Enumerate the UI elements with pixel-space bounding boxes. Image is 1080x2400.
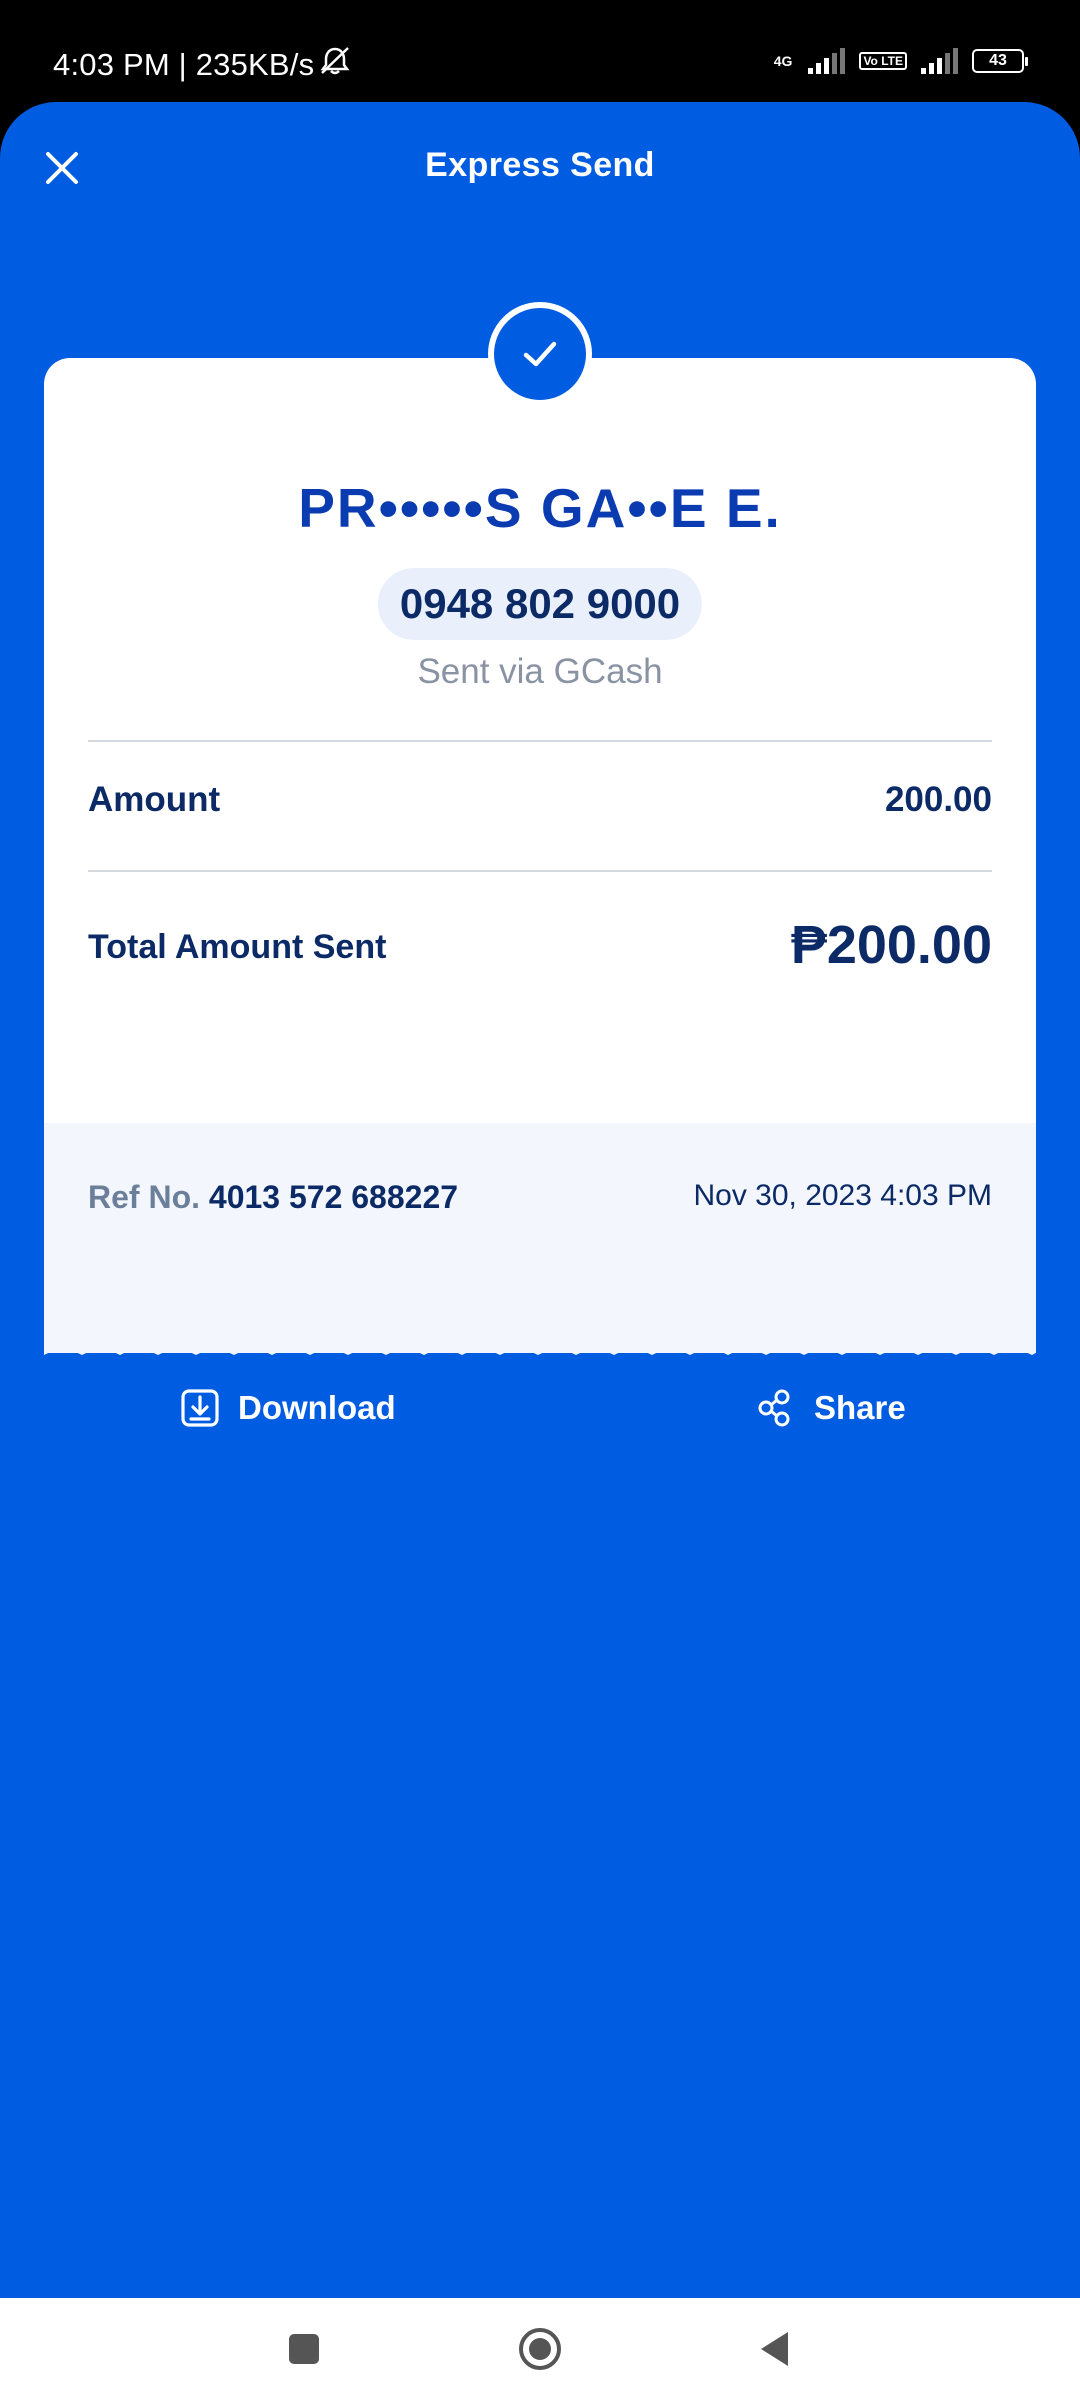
ref-label: Ref No. (88, 1179, 200, 1215)
system-nav-bar (0, 2298, 1080, 2400)
transaction-datetime: Nov 30, 2023 4:03 PM (693, 1179, 992, 1212)
divider (88, 740, 992, 742)
screen: 4:03 PM | 235KB/s 4G Vo LTE 43 Express S… (0, 0, 1080, 2400)
back-icon (761, 2332, 788, 2366)
home-icon (519, 2328, 561, 2370)
download-icon (181, 1389, 219, 1427)
reference-section: Ref No. 4013 572 688227 Nov 30, 2023 4:0… (44, 1123, 1036, 1353)
share-button[interactable]: Share (756, 1388, 906, 1428)
share-label: Share (814, 1389, 906, 1426)
recents-icon (289, 2334, 319, 2364)
download-label: Download (238, 1389, 396, 1426)
reference-number: Ref No. 4013 572 688227 (88, 1179, 458, 1216)
home-button[interactable] (495, 2298, 585, 2400)
status-left: 4:03 PM | 235KB/s (53, 46, 352, 84)
success-badge (488, 302, 592, 406)
app-container: Express Send PR•••••S GA••E E. 0948 802 … (0, 102, 1080, 2298)
page-title: Express Send (425, 146, 655, 184)
receipt-actions: Download Share (0, 1388, 1080, 1458)
share-icon (758, 1389, 790, 1427)
status-bar: 4:03 PM | 235KB/s 4G Vo LTE 43 (0, 0, 1080, 104)
download-button[interactable]: Download (180, 1388, 396, 1428)
battery-level: 43 (989, 52, 1007, 69)
total-amount-label: Total Amount Sent (88, 928, 387, 966)
recipient-phone: 0948 802 9000 (377, 568, 703, 640)
battery-icon: 43 (972, 49, 1028, 73)
amount-value: 200.00 (884, 780, 992, 819)
network-type-label: 4G (773, 53, 793, 69)
receipt-torn-edge (44, 1343, 1036, 1355)
sent-via-label: Sent via GCash (417, 652, 663, 691)
receipt-card: PR•••••S GA••E E. 0948 802 9000 Sent via… (44, 302, 1036, 1355)
ref-number: 4013 572 688227 (208, 1179, 459, 1215)
status-right: 4G Vo LTE 43 (773, 48, 1028, 74)
volte-badge: Vo LTE (859, 52, 907, 70)
signal-strength-icon (808, 48, 846, 74)
status-time-speed: 4:03 PM | 235KB/s (53, 47, 315, 82)
back-button[interactable] (730, 2298, 820, 2400)
signal-strength-icon-2 (921, 48, 958, 74)
total-amount-value: ₱200.00 (790, 915, 992, 975)
recipient-name: PR•••••S GA••E E. (298, 477, 782, 539)
divider (88, 870, 992, 872)
recents-button[interactable] (259, 2298, 349, 2400)
check-icon (523, 341, 557, 367)
amount-label: Amount (88, 780, 221, 819)
muted-bell-icon (318, 46, 352, 84)
